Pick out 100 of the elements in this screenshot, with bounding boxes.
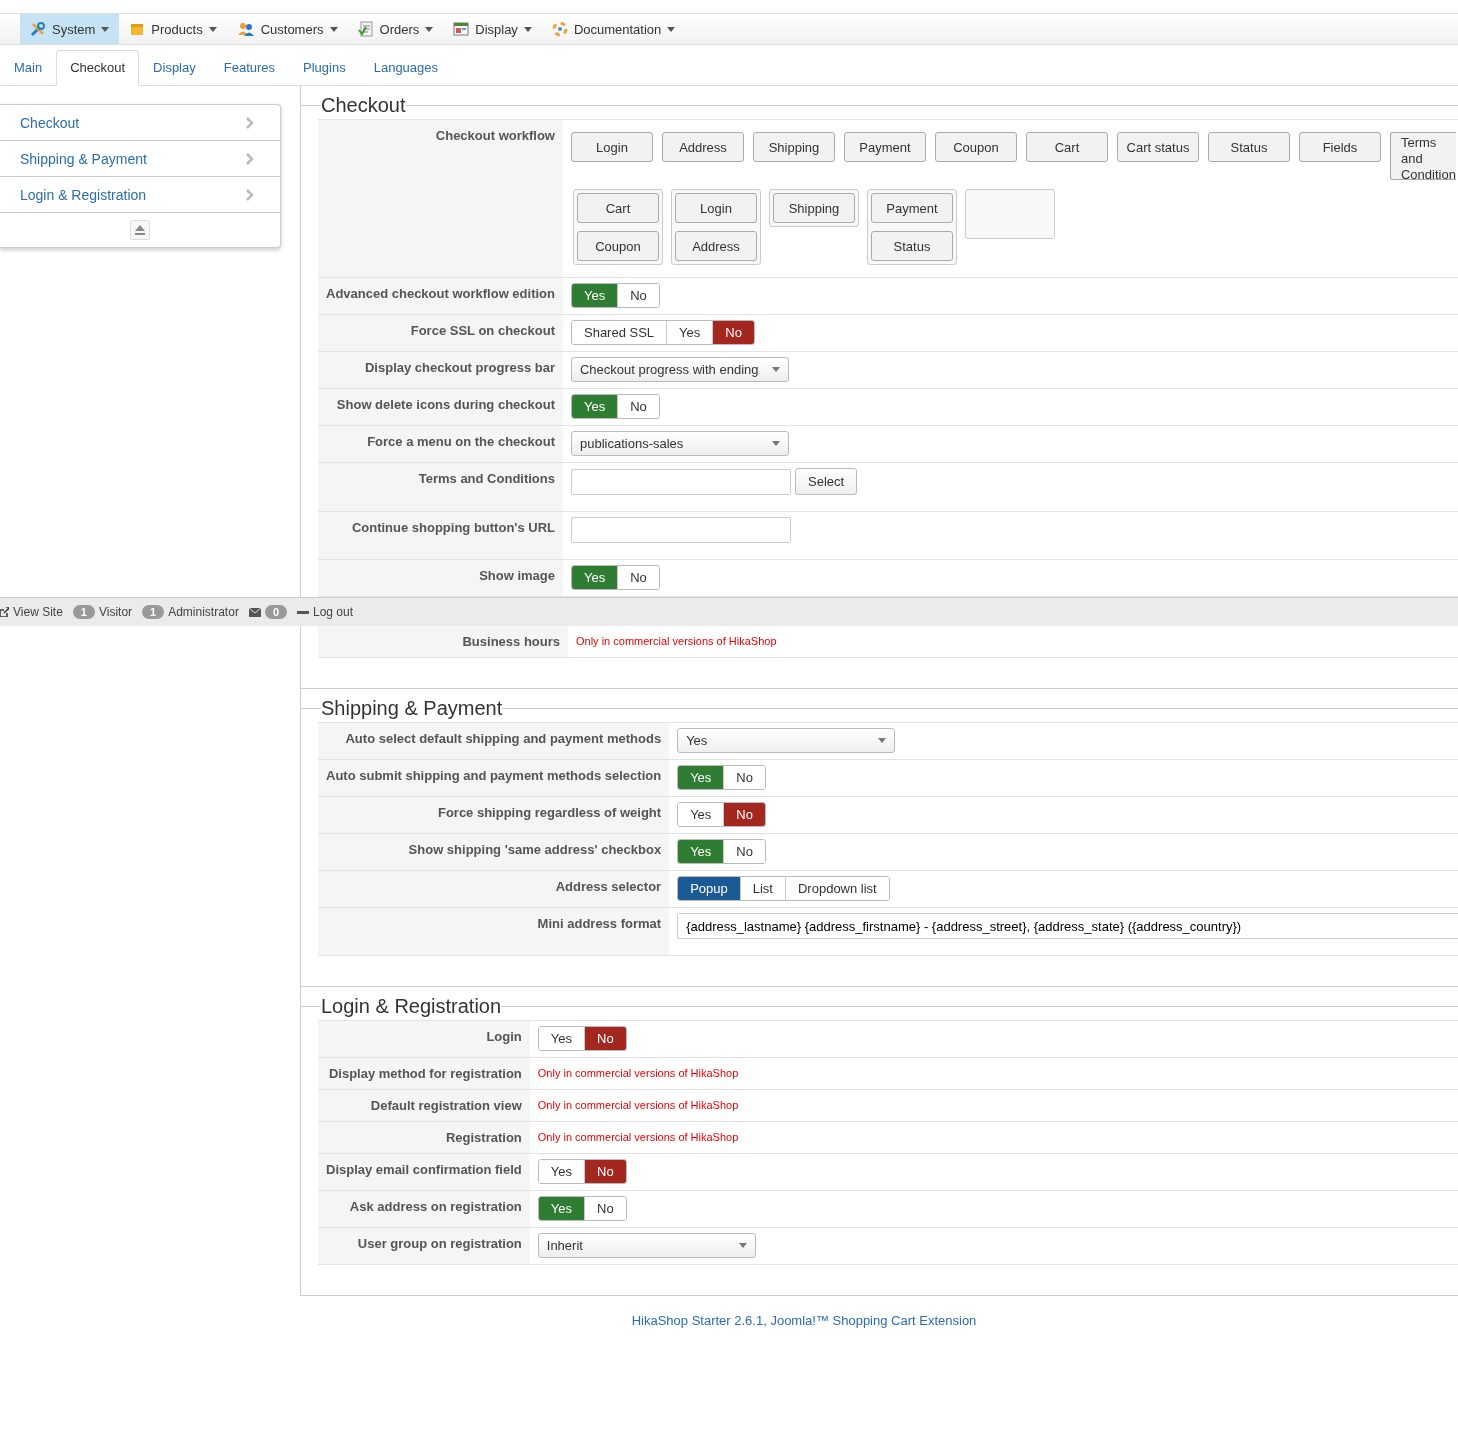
sidebar-item[interactable]: Login & Registration <box>0 177 280 213</box>
dropdown[interactable]: Inherit <box>537 1233 756 1258</box>
workflow-step-button[interactable]: Coupon <box>935 132 1017 162</box>
toggle-option[interactable]: No <box>723 803 765 826</box>
toggle-option[interactable]: No <box>617 566 659 589</box>
lifebuoy-icon <box>551 21 568 37</box>
toggle-option[interactable]: Yes <box>678 840 724 863</box>
workflow-step-button[interactable]: Address <box>675 231 757 261</box>
workflow-step-button[interactable]: Cart status <box>1117 132 1199 162</box>
notice-text: Only in commercial versions of HikaShop <box>576 634 777 647</box>
message-count-badge: 0 <box>264 605 287 619</box>
input-field[interactable]: {address_lastname} {address_firstname} - {address_street}, {address_state} ({address_country}) <box>677 913 1458 939</box>
field-label: Business hours <box>462 634 560 649</box>
document-icon <box>357 21 374 37</box>
tab[interactable]: Plugins <box>289 50 360 86</box>
caret-icon <box>772 367 780 372</box>
field-label: Show image <box>479 568 555 583</box>
field-label: Login <box>486 1029 522 1044</box>
field-label: Registration <box>445 1130 522 1145</box>
toggle-option[interactable]: Yes <box>572 395 618 418</box>
tab[interactable]: Display <box>139 50 210 86</box>
logout-link[interactable]: Log out <box>313 605 354 619</box>
users-icon <box>236 21 255 37</box>
toggle-option[interactable]: No <box>584 1027 626 1050</box>
workflow-step-button[interactable]: Payment <box>871 193 953 223</box>
minus-icon <box>297 610 309 614</box>
chevron-icon <box>246 152 254 165</box>
toggle-option[interactable]: No <box>723 840 765 863</box>
toggle-option[interactable]: No <box>617 395 659 418</box>
select-button[interactable]: Select <box>795 468 858 495</box>
field-label: Force SSL on checkout <box>410 323 555 338</box>
menu-item[interactable]: Customers <box>226 14 348 44</box>
field-label: Terms and Conditions <box>418 471 555 486</box>
workflow-step-button[interactable]: Status <box>1208 132 1290 162</box>
field-label: Address selector <box>555 879 662 894</box>
dropdown[interactable]: publications-sales <box>571 431 789 456</box>
caret-icon <box>208 26 217 32</box>
workflow-step-button[interactable]: Cart <box>577 193 659 223</box>
workflow-step-button[interactable]: Address <box>662 132 744 162</box>
field-label: Default registration view <box>370 1098 522 1113</box>
sidebar-item[interactable]: Shipping & Payment <box>0 141 280 177</box>
user-count-label: Visitor <box>98 605 133 619</box>
workflow-step-button[interactable]: Coupon <box>577 231 659 261</box>
caret-icon <box>738 1243 747 1248</box>
caret-icon <box>667 26 676 32</box>
toggle-option[interactable]: Popup <box>678 877 740 900</box>
user-count-label: Administrator <box>168 605 239 619</box>
dropdown[interactable]: Checkout progress with ending <box>571 357 789 382</box>
workflow-step-button[interactable]: Fields <box>1299 132 1381 162</box>
tools-icon <box>30 21 46 37</box>
workflow-step-button[interactable]: Payment <box>844 132 926 162</box>
toggle-option[interactable]: Yes <box>538 1197 584 1220</box>
toggle-option[interactable]: Yes <box>678 766 724 789</box>
count-badge: 1 <box>72 605 95 619</box>
toggle-option[interactable]: No <box>712 321 754 344</box>
input-field[interactable] <box>571 468 791 495</box>
workflow-step-button[interactable]: Shipping <box>773 193 855 223</box>
menu-item[interactable]: Orders <box>347 14 444 44</box>
toggle-option[interactable]: No <box>584 1160 626 1183</box>
toggle-option[interactable]: No <box>723 766 765 789</box>
dropdown[interactable]: Yes <box>677 728 896 753</box>
toggle-option[interactable]: Yes <box>572 284 618 307</box>
toggle-option[interactable]: Dropdown list <box>784 877 889 900</box>
field-label: Checkout workflow <box>435 128 555 143</box>
workflow-drop-zone[interactable] <box>965 189 1055 239</box>
tab[interactable]: Features <box>209 50 290 86</box>
field-label: Continue shopping button's URL <box>351 520 555 535</box>
field-label: Show delete icons during checkout <box>336 397 555 412</box>
workflow-step-button[interactable]: Terms and Condition <box>1390 132 1456 180</box>
caret-icon <box>101 26 110 32</box>
workflow-step-button[interactable]: Login <box>571 132 653 162</box>
workflow-step-button[interactable]: Status <box>871 231 953 261</box>
toggle-option[interactable]: Yes <box>572 566 618 589</box>
menu-item[interactable]: System <box>20 14 120 44</box>
caret-icon <box>878 738 887 743</box>
view-site-link[interactable]: View Site <box>13 605 63 619</box>
caret-icon <box>772 441 780 446</box>
count-badge: 1 <box>142 605 165 619</box>
menu-item[interactable]: Display <box>443 14 542 44</box>
tab[interactable]: Checkout <box>56 50 140 86</box>
menu-item[interactable]: Products <box>119 14 227 44</box>
eject-icon <box>135 225 145 235</box>
workflow-step-button[interactable]: Shipping <box>753 132 835 162</box>
toggle-option[interactable]: No <box>617 284 659 307</box>
menu-item[interactable]: Documentation <box>541 14 686 44</box>
workflow-step-button[interactable]: Login <box>675 193 757 223</box>
tab[interactable]: Main <box>0 50 57 86</box>
field-label: Display method for registration <box>328 1066 522 1081</box>
notice-text: Only in commercial versions of HikaShop <box>537 1130 739 1143</box>
field-label: Advanced checkout workflow edition <box>326 286 555 301</box>
notice-text: Only in commercial versions of HikaShop <box>537 1066 739 1079</box>
toggle-option[interactable]: No <box>584 1197 626 1220</box>
collapse-button[interactable] <box>130 220 150 240</box>
chevron-icon <box>246 116 254 129</box>
sidebar-item[interactable]: Checkout <box>0 105 280 141</box>
window-icon <box>453 21 470 37</box>
section-title: Checkout <box>321 94 406 117</box>
workflow-step-button[interactable]: Cart <box>1026 132 1108 162</box>
input-field[interactable] <box>571 517 791 543</box>
tab[interactable]: Languages <box>359 50 453 86</box>
